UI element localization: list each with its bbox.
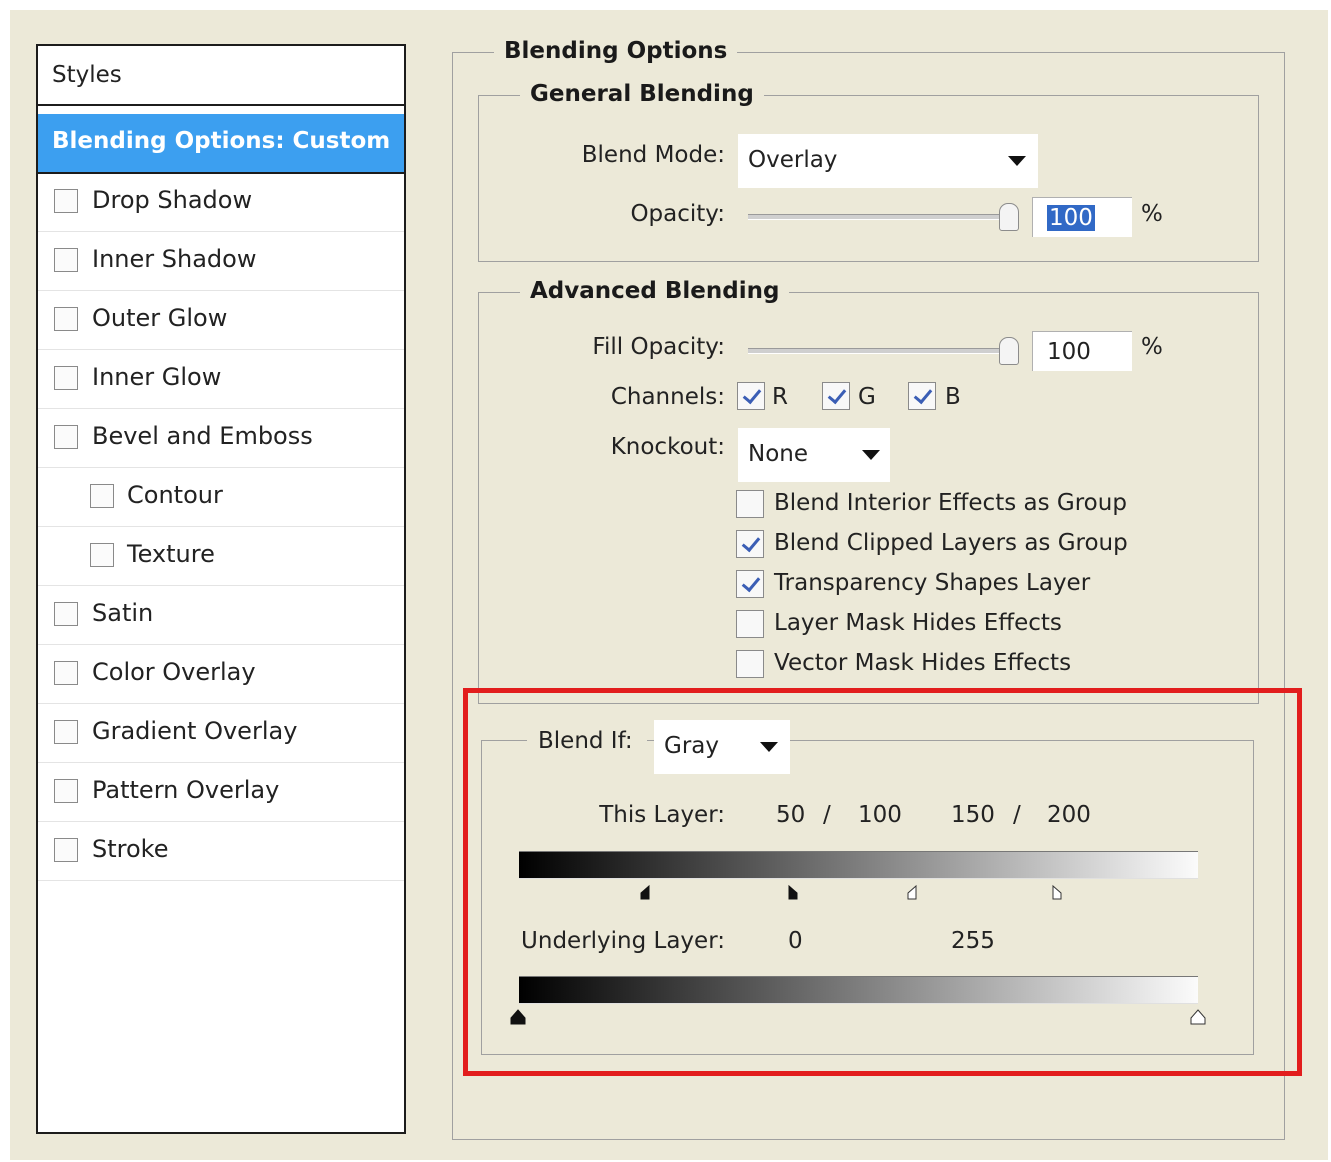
channel-b-checkbox[interactable] bbox=[908, 382, 936, 410]
style-item-label: Satin bbox=[92, 599, 154, 627]
styles-header-label: Styles bbox=[52, 62, 122, 88]
style-item-label: Texture bbox=[127, 540, 215, 568]
style-checkbox[interactable] bbox=[54, 307, 78, 331]
style-checkbox[interactable] bbox=[54, 838, 78, 862]
channel-r-label: R bbox=[772, 384, 788, 410]
style-item-label: Contour bbox=[127, 481, 223, 509]
opacity-slider-track[interactable] bbox=[748, 214, 1010, 220]
channel-r-checkbox[interactable] bbox=[737, 382, 765, 410]
style-item-label: Drop Shadow bbox=[92, 186, 253, 214]
layer-mask-hides-checkbox[interactable] bbox=[736, 610, 764, 638]
transparency-shapes-label: Transparency Shapes Layer bbox=[774, 570, 1091, 596]
opacity-value: 100 bbox=[1047, 205, 1095, 231]
style-item-label: Outer Glow bbox=[92, 304, 228, 332]
highlight-annotation-box bbox=[463, 688, 1302, 1076]
style-checkbox[interactable] bbox=[54, 720, 78, 744]
styles-list: Styles Blending Options: Custom Drop Sha… bbox=[36, 44, 406, 1134]
channel-g-label: G bbox=[858, 384, 876, 410]
knockout-value: None bbox=[748, 441, 809, 467]
fill-opacity-value: 100 bbox=[1047, 339, 1091, 365]
style-item-pattern-overlay[interactable]: Pattern Overlay bbox=[38, 764, 404, 822]
styles-item-label: Blending Options: Custom bbox=[52, 128, 391, 154]
style-checkbox[interactable] bbox=[90, 484, 114, 508]
style-item-inner-glow[interactable]: Inner Glow bbox=[38, 351, 404, 409]
style-item-label: Pattern Overlay bbox=[92, 776, 280, 804]
blend-mode-label: Blend Mode: bbox=[581, 142, 725, 168]
blending-options-title: Blending Options bbox=[494, 38, 738, 64]
fill-opacity-label: Fill Opacity: bbox=[592, 334, 725, 360]
style-checkbox[interactable] bbox=[54, 366, 78, 390]
vector-mask-hides-label: Vector Mask Hides Effects bbox=[774, 650, 1072, 676]
style-checkbox[interactable] bbox=[90, 543, 114, 567]
opacity-label: Opacity: bbox=[630, 201, 725, 227]
channel-g-checkbox[interactable] bbox=[822, 382, 850, 410]
opacity-input[interactable]: 100 bbox=[1032, 197, 1132, 237]
style-item-color-overlay[interactable]: Color Overlay bbox=[38, 646, 404, 704]
knockout-label: Knockout: bbox=[610, 434, 725, 460]
blend-clipped-layers-label: Blend Clipped Layers as Group bbox=[774, 530, 1128, 556]
opacity-unit: % bbox=[1141, 201, 1163, 227]
channel-b-label: B bbox=[945, 384, 961, 410]
style-item-bevel-and-emboss[interactable]: Bevel and Emboss bbox=[38, 410, 404, 468]
style-item-stroke[interactable]: Stroke bbox=[38, 823, 404, 881]
style-item-contour[interactable]: Contour bbox=[38, 469, 404, 527]
fill-opacity-slider-handle[interactable] bbox=[999, 337, 1019, 365]
fill-opacity-slider-track[interactable] bbox=[748, 348, 1010, 354]
opacity-slider-handle[interactable] bbox=[999, 203, 1019, 231]
styles-item-blending-options[interactable]: Blending Options: Custom bbox=[38, 114, 404, 174]
style-item-outer-glow[interactable]: Outer Glow bbox=[38, 292, 404, 350]
blend-clipped-layers-checkbox[interactable] bbox=[736, 530, 764, 558]
chevron-down-icon bbox=[862, 450, 880, 460]
layer-mask-hides-label: Layer Mask Hides Effects bbox=[774, 610, 1062, 636]
style-checkbox[interactable] bbox=[54, 661, 78, 685]
style-checkbox[interactable] bbox=[54, 248, 78, 272]
style-item-texture[interactable]: Texture bbox=[38, 528, 404, 586]
blend-interior-effects-label: Blend Interior Effects as Group bbox=[774, 490, 1127, 516]
style-item-gradient-overlay[interactable]: Gradient Overlay bbox=[38, 705, 404, 763]
fill-opacity-unit: % bbox=[1141, 334, 1163, 360]
blend-mode-value: Overlay bbox=[748, 147, 838, 173]
blend-interior-effects-checkbox[interactable] bbox=[736, 490, 764, 518]
general-blending-title: General Blending bbox=[520, 81, 764, 107]
style-item-label: Color Overlay bbox=[92, 658, 256, 686]
transparency-shapes-checkbox[interactable] bbox=[736, 570, 764, 598]
blend-mode-dropdown[interactable]: Overlay bbox=[738, 134, 1038, 188]
chevron-down-icon bbox=[1008, 156, 1026, 166]
style-item-label: Gradient Overlay bbox=[92, 717, 298, 745]
styles-header[interactable]: Styles bbox=[38, 46, 404, 106]
style-item-drop-shadow[interactable]: Drop Shadow bbox=[38, 174, 404, 232]
vector-mask-hides-checkbox[interactable] bbox=[736, 650, 764, 678]
style-item-label: Stroke bbox=[92, 835, 169, 863]
channels-label: Channels: bbox=[610, 384, 725, 410]
style-item-label: Inner Glow bbox=[92, 363, 222, 391]
style-checkbox[interactable] bbox=[54, 189, 78, 213]
style-item-label: Bevel and Emboss bbox=[92, 422, 313, 450]
style-checkbox[interactable] bbox=[54, 602, 78, 626]
knockout-dropdown[interactable]: None bbox=[738, 428, 890, 482]
style-checkbox[interactable] bbox=[54, 425, 78, 449]
style-item-satin[interactable]: Satin bbox=[38, 587, 404, 645]
fill-opacity-input[interactable]: 100 bbox=[1032, 331, 1132, 371]
advanced-blending-title: Advanced Blending bbox=[520, 278, 790, 304]
style-item-inner-shadow[interactable]: Inner Shadow bbox=[38, 233, 404, 291]
style-item-label: Inner Shadow bbox=[92, 245, 257, 273]
style-checkbox[interactable] bbox=[54, 779, 78, 803]
